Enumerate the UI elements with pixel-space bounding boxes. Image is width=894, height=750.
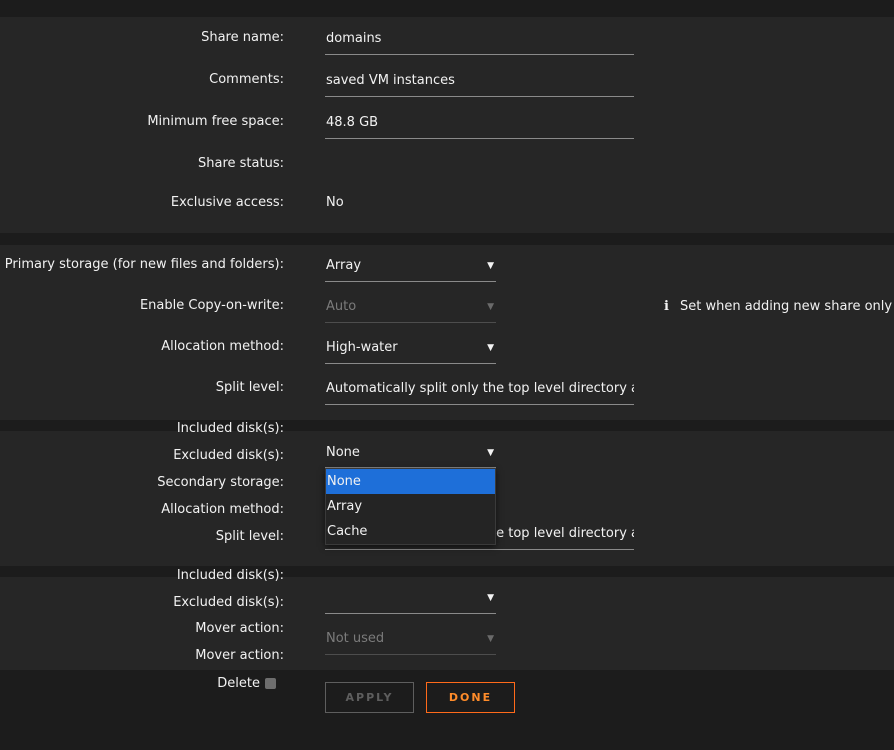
share-name-label: Share name: <box>201 30 284 45</box>
caret-down-icon: ▼ <box>487 448 494 458</box>
excluded-disks-dropdown[interactable]: None Array Cache <box>325 468 496 545</box>
caret-down-icon: ▼ <box>487 593 494 603</box>
delete-label: Delete <box>217 676 260 691</box>
copy-on-write-info: i Set when adding new share only <box>664 299 892 314</box>
copy-on-write-value: Auto <box>326 299 357 314</box>
caret-down-icon: ▼ <box>487 343 494 353</box>
secondary-included-disks-label: Included disk(s): <box>176 568 284 583</box>
primary-allocation-select[interactable]: High-water ▼ <box>325 328 496 364</box>
dropdown-option-none[interactable]: None <box>326 469 495 494</box>
primary-storage-value: Array <box>326 258 362 273</box>
primary-included-disks-label: Included disk(s): <box>176 421 284 436</box>
primary-split-level-value: Automatically split only the top level d… <box>326 381 634 396</box>
secondary-split-level-label: Split level: <box>215 529 284 544</box>
comments-input[interactable]: saved VM instances <box>325 61 634 97</box>
info-icon: i <box>664 299 669 314</box>
share-name-input[interactable]: domains <box>325 19 634 55</box>
caret-down-icon: ▼ <box>487 634 494 644</box>
primary-allocation-value: High-water <box>326 340 398 355</box>
copy-on-write-select: Auto ▼ <box>325 287 496 323</box>
primary-storage-select[interactable]: Array ▼ <box>325 246 496 282</box>
secondary-allocation-label: Allocation method: <box>161 502 284 517</box>
primary-split-level-select[interactable]: Automatically split only the top level d… <box>325 369 634 405</box>
comments-label: Comments: <box>209 72 284 87</box>
primary-split-level-label: Split level: <box>215 380 284 395</box>
share-name-value: domains <box>326 31 382 46</box>
primary-storage-label: Primary storage (for new files and folde… <box>4 257 284 272</box>
min-free-space-value: 48.8 GB <box>326 115 379 130</box>
exclusive-access-value: No <box>326 195 344 210</box>
primary-excluded-disks-label: Excluded disk(s): <box>173 448 284 463</box>
copy-on-write-info-text: Set when adding new share only <box>680 299 893 314</box>
primary-allocation-label: Allocation method: <box>161 339 284 354</box>
delete-checkbox[interactable] <box>265 678 276 689</box>
secondary-excluded-disks-label: Excluded disk(s): <box>173 595 284 610</box>
mover-action-label-2: Mover action: <box>195 648 284 663</box>
caret-down-icon: ▼ <box>487 302 494 312</box>
mover-action-label: Mover action: <box>195 621 284 636</box>
primary-excluded-disks-select[interactable]: None ▼ <box>325 434 496 468</box>
apply-button: APPLY <box>325 682 414 713</box>
secondary-storage-label: Secondary storage: <box>157 475 284 490</box>
mover-action-value: Not used <box>326 631 385 646</box>
exclusive-access-label: Exclusive access: <box>170 195 284 210</box>
mover-action-select: Not used ▼ <box>325 619 496 655</box>
comments-value: saved VM instances <box>326 73 455 88</box>
share-status-label: Share status: <box>198 156 284 171</box>
dropdown-option-cache[interactable]: Cache <box>326 519 495 544</box>
dropdown-option-array[interactable]: Array <box>326 494 495 519</box>
min-free-space-label: Minimum free space: <box>147 114 284 129</box>
copy-on-write-label: Enable Copy-on-write: <box>139 298 284 313</box>
min-free-space-input[interactable]: 48.8 GB <box>325 103 634 139</box>
primary-excluded-disks-value: None <box>326 445 360 460</box>
caret-down-icon: ▼ <box>487 261 494 271</box>
done-button[interactable]: DONE <box>426 682 515 713</box>
secondary-excluded-disks-select[interactable]: ▼ <box>325 578 496 614</box>
